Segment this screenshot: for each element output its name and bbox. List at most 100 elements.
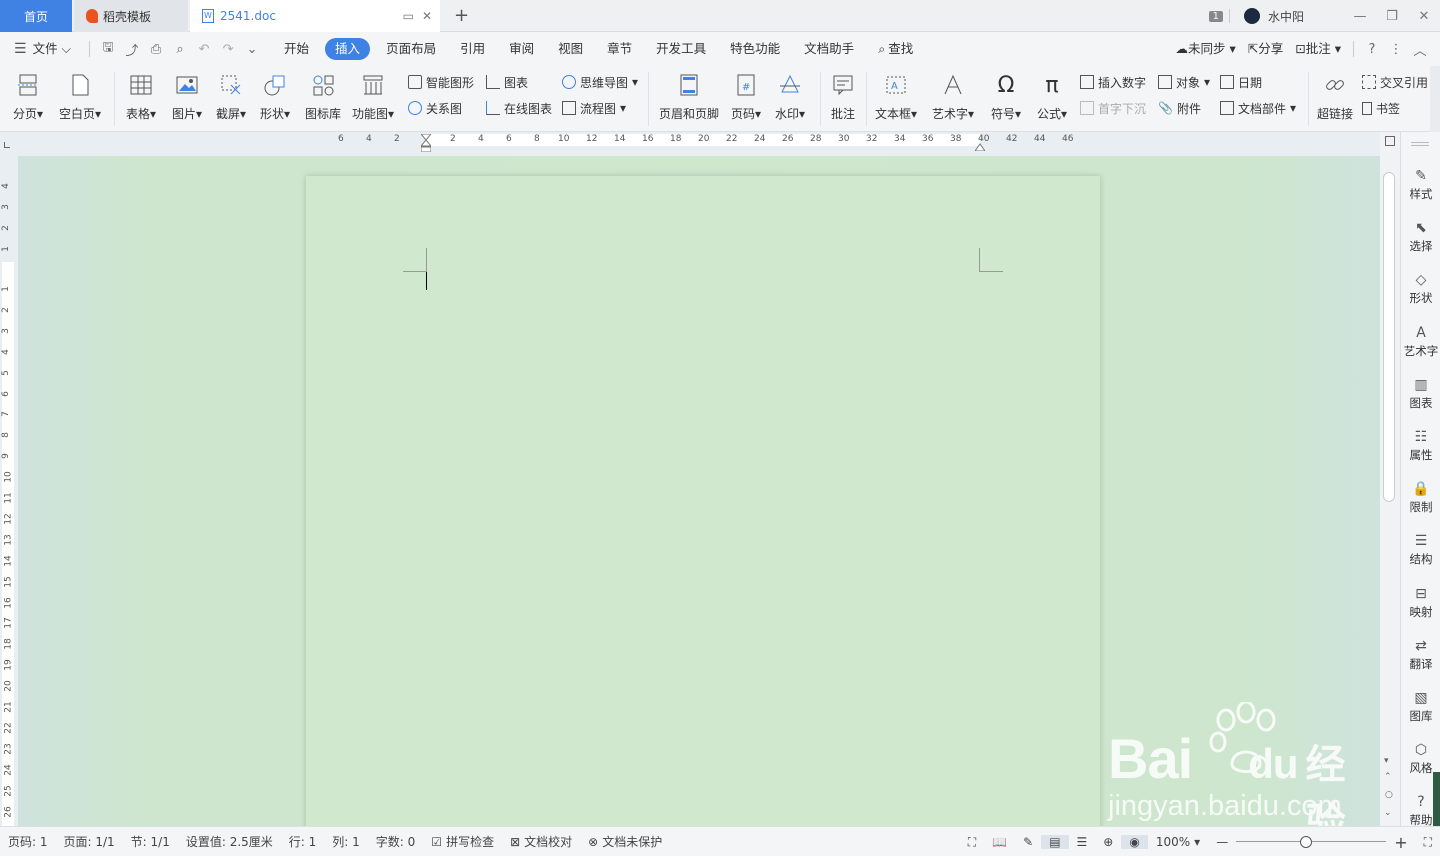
blank-page-button[interactable]: 空白页▾ bbox=[56, 70, 104, 128]
relation-chart-button[interactable]: 关系图 bbox=[408, 98, 462, 118]
menu-file[interactable]: 文件 ⌵ bbox=[27, 38, 83, 60]
icon-library-button[interactable]: 图标库 bbox=[302, 70, 344, 128]
user-name[interactable]: 水中阳 bbox=[1268, 8, 1304, 25]
smart-graphic-button[interactable]: 智能图形 bbox=[408, 72, 474, 92]
fit-window-icon[interactable]: ⛶ bbox=[1416, 835, 1440, 850]
tab-home[interactable]: 首页 bbox=[0, 0, 72, 32]
status-page-number[interactable]: 页码: 1 bbox=[0, 833, 56, 850]
status-row[interactable]: 行: 1 bbox=[281, 833, 325, 850]
symbol-button[interactable]: Ω 符号▾ bbox=[986, 70, 1026, 128]
web-view-icon[interactable]: ⊕ bbox=[1095, 835, 1121, 849]
zoom-thumb[interactable] bbox=[1300, 836, 1313, 848]
outline-view-icon[interactable]: ☰ bbox=[1069, 835, 1096, 849]
menu-review[interactable]: 审阅 bbox=[497, 38, 546, 60]
tab-document[interactable]: W 2541.doc ▭ ✕ bbox=[190, 0, 440, 32]
screenshot-button[interactable]: 截屏▾ bbox=[212, 70, 250, 128]
watermark-button[interactable]: 水印▾ bbox=[770, 70, 810, 128]
status-pages[interactable]: 页面: 1/1 bbox=[56, 833, 123, 850]
online-chart-button[interactable]: 在线图表 bbox=[486, 98, 552, 118]
right-indent-marker-icon[interactable] bbox=[974, 140, 986, 152]
insert-comment-button[interactable]: 批注 bbox=[826, 70, 860, 128]
page-break-button[interactable]: 分页▾ bbox=[8, 70, 48, 128]
new-tab-button[interactable]: + bbox=[454, 5, 469, 26]
window-count-badge[interactable]: 1 bbox=[1208, 10, 1223, 22]
panel-select[interactable]: ⬉ 选择 bbox=[1401, 220, 1440, 254]
picture-button[interactable]: 图片▾ bbox=[168, 70, 206, 128]
comment-button[interactable]: ⊡批注 ▾ bbox=[1289, 38, 1347, 60]
tab-template[interactable]: 稻壳模板 bbox=[74, 0, 188, 32]
menu-insert[interactable]: 插入 bbox=[325, 38, 371, 60]
menu-search[interactable]: ⌕ 查找 bbox=[866, 38, 925, 60]
hamburger-icon[interactable]: ☰ bbox=[14, 41, 27, 57]
panel-word-art[interactable]: A 艺术字 bbox=[1401, 325, 1440, 359]
fullscreen-icon[interactable]: ⛶ bbox=[960, 835, 984, 850]
object-button[interactable]: 对象 ▾ bbox=[1158, 72, 1210, 92]
word-art-button[interactable]: 艺术字▾ bbox=[928, 70, 978, 128]
menu-view[interactable]: 视图 bbox=[546, 38, 595, 60]
panel-translate[interactable]: ⇄ 翻译 bbox=[1401, 638, 1440, 672]
mindmap-button[interactable]: 思维导图 ▾ bbox=[562, 72, 638, 92]
close-tab-icon[interactable]: ✕ bbox=[422, 9, 432, 23]
zoom-in-icon[interactable]: + bbox=[1386, 833, 1415, 852]
panel-structure[interactable]: ☰ 结构 bbox=[1401, 533, 1440, 567]
panel-shape[interactable]: ◇ 形状 bbox=[1401, 272, 1440, 306]
status-word-count[interactable]: 字数: 0 bbox=[368, 833, 424, 850]
panel-chart[interactable]: ▥ 图表 bbox=[1401, 377, 1440, 411]
split-view-icon[interactable] bbox=[1385, 136, 1395, 146]
panel-properties[interactable]: ☷ 属性 bbox=[1401, 429, 1440, 463]
select-browse-icon[interactable]: ○ bbox=[1385, 790, 1393, 800]
panel-grip[interactable] bbox=[1411, 142, 1429, 146]
shape-button[interactable]: 形状▾ bbox=[256, 70, 294, 128]
restore-icon[interactable]: ❐ bbox=[1376, 9, 1408, 24]
indent-marker-icon[interactable] bbox=[419, 133, 433, 153]
panel-mapping[interactable]: ⊟ 映射 bbox=[1401, 586, 1440, 620]
more-icon[interactable]: ⋮ bbox=[1384, 42, 1408, 57]
avatar[interactable] bbox=[1243, 8, 1260, 24]
print-icon[interactable]: ⎙ bbox=[144, 42, 168, 57]
write-mode-icon[interactable]: ✎ bbox=[1015, 835, 1041, 849]
export-icon[interactable]: ⤴ bbox=[120, 40, 144, 59]
textbox-button[interactable]: A 文本框▾ bbox=[872, 70, 920, 128]
scrollbar-thumb[interactable] bbox=[1383, 172, 1395, 502]
zoom-slider[interactable] bbox=[1236, 835, 1387, 849]
zoom-out-icon[interactable]: — bbox=[1208, 835, 1236, 849]
menu-page-layout[interactable]: 页面布局 bbox=[374, 38, 448, 60]
formula-button[interactable]: π 公式▾ bbox=[1032, 70, 1072, 128]
function-chart-button[interactable]: 功能图▾ bbox=[350, 70, 396, 128]
undo-icon[interactable]: ↶ bbox=[192, 42, 216, 57]
flowchart-button[interactable]: 流程图 ▾ bbox=[562, 98, 626, 118]
scroll-down-icon[interactable]: ▾ bbox=[1384, 756, 1389, 766]
crossref-button[interactable]: 交叉引用 bbox=[1362, 72, 1428, 92]
status-column[interactable]: 列: 1 bbox=[324, 833, 368, 850]
protection-button[interactable]: ⊗ 文档未保护 bbox=[580, 833, 670, 850]
panel-style[interactable]: ✎ 样式 bbox=[1401, 168, 1440, 202]
status-setting[interactable]: 设置值: 2.5厘米 bbox=[178, 833, 281, 850]
share-button[interactable]: ⇱分享 bbox=[1242, 38, 1290, 60]
minimize-icon[interactable]: — bbox=[1344, 9, 1376, 24]
pin-tab-icon[interactable]: ▭ bbox=[403, 9, 414, 23]
sync-button[interactable]: ☁未同步 ▾ bbox=[1169, 38, 1241, 60]
panel-expand-handle[interactable] bbox=[1433, 772, 1440, 828]
status-section[interactable]: 节: 1/1 bbox=[123, 833, 178, 850]
menu-developer[interactable]: 开发工具 bbox=[644, 38, 718, 60]
date-button[interactable]: 日期 bbox=[1220, 72, 1262, 92]
zoom-level[interactable]: 100% ▾ bbox=[1148, 835, 1208, 849]
save-icon[interactable]: 🖫 bbox=[96, 38, 120, 60]
header-footer-button[interactable]: 页眉和页脚 bbox=[656, 70, 722, 128]
collapse-ribbon-icon[interactable]: ︿ bbox=[1408, 40, 1432, 59]
dropcap-button[interactable]: 首字下沉 bbox=[1080, 98, 1146, 118]
redo-icon[interactable]: ↷ bbox=[216, 42, 240, 57]
eye-protection-icon[interactable]: ◉ bbox=[1121, 835, 1148, 849]
panel-gallery[interactable]: ▧ 图库 bbox=[1401, 690, 1440, 724]
proofread-button[interactable]: ⊠ 文档校对 bbox=[502, 833, 580, 850]
hyperlink-button[interactable]: 超链接 bbox=[1314, 70, 1356, 128]
spell-check-button[interactable]: ☑ 拼写检查 bbox=[423, 833, 502, 850]
doc-parts-button[interactable]: 文档部件 ▾ bbox=[1220, 98, 1296, 118]
close-window-icon[interactable]: ✕ bbox=[1408, 9, 1440, 24]
print-preview-icon[interactable]: ⌕ bbox=[168, 42, 192, 57]
bookmark-button[interactable]: 书签 bbox=[1362, 98, 1400, 118]
page-view-icon[interactable]: ▤ bbox=[1041, 835, 1069, 849]
menu-references[interactable]: 引用 bbox=[448, 38, 497, 60]
next-page-icon[interactable]: ⌄ bbox=[1384, 808, 1392, 818]
panel-restrict[interactable]: 🔒 限制 bbox=[1401, 481, 1440, 515]
